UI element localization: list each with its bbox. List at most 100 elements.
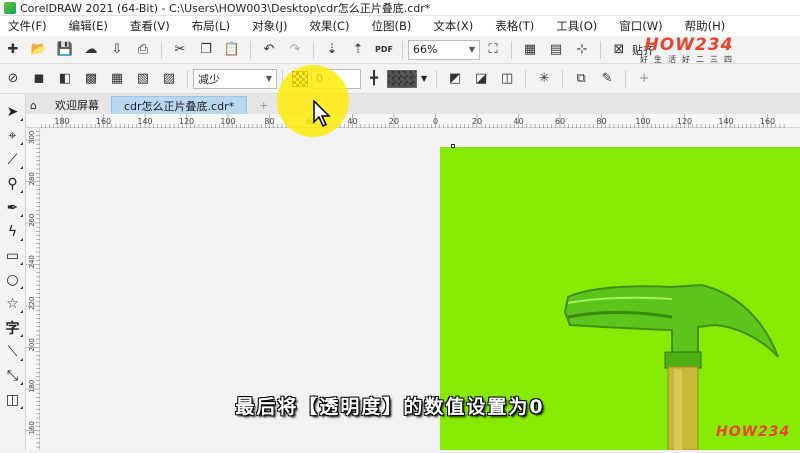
brand-watermark-bottom: HOW234 [716, 424, 791, 440]
ruler-tick-label: 260 [28, 214, 36, 227]
ruler-tick-label: 160 [28, 421, 36, 434]
separator [511, 40, 512, 59]
separator [402, 40, 403, 59]
edit-transparency-icon[interactable]: ✎ [596, 68, 618, 90]
undo-icon[interactable]: ↶ [258, 39, 280, 61]
text-tool-icon[interactable]: 字 [3, 317, 23, 339]
new-tab-plus-icon[interactable]: + [247, 96, 280, 114]
menu-object[interactable]: 对象(J) [244, 18, 297, 34]
menu-view[interactable]: 查看(V) [122, 18, 180, 34]
selection-handle[interactable] [451, 144, 455, 148]
title-bar: CorelDRAW 2021 (64-Bit) - C:\Users\HOW00… [0, 0, 800, 16]
rectangle-tool-icon[interactable]: ▭ [3, 245, 23, 267]
tab-document[interactable]: cdr怎么正片叠底.cdr* [110, 96, 248, 114]
menu-tools[interactable]: 工具(O) [548, 18, 607, 34]
new-document-icon[interactable]: ✚ [2, 39, 24, 61]
show-rulers-icon[interactable]: ▦ [519, 39, 541, 61]
ruler-tick-label: 180 [28, 380, 36, 393]
menu-window[interactable]: 窗口(W) [611, 18, 672, 34]
menu-help[interactable]: 帮助(H) [677, 18, 736, 34]
zoom-level-select[interactable]: 66% ▼ [408, 39, 480, 60]
paste-icon[interactable]: 📋 [221, 39, 243, 61]
copy-transparency-icon[interactable]: ⧉ [570, 68, 592, 90]
document-tab-bar: ⌂ 欢迎屏幕 cdr怎么正片叠底.cdr* + [0, 94, 800, 114]
fill-transparency-icon[interactable]: ◩ [444, 68, 466, 90]
separator [187, 69, 188, 88]
vector-pattern-transparency-icon[interactable]: ▩ [80, 68, 102, 90]
cloud-upload-icon[interactable]: ☁ [80, 39, 102, 61]
menu-bitmaps[interactable]: 位图(B) [363, 18, 421, 34]
brand-logo-text: HOW234 [644, 35, 734, 55]
ruler-tick-label: 300 [28, 131, 36, 144]
property-bar: ⊘ ◼ ◧ ▩ ▦ ▧ ▨ 减少 ▼ 0 ╋ ▼ ◩ ◪ ◫ ✳ ⧉ ✎ + [0, 64, 800, 94]
import-icon[interactable]: ⇣ [321, 39, 343, 61]
ruler-tick-label: 220 [28, 297, 36, 310]
show-grid-icon[interactable]: ▤ [545, 39, 567, 61]
save-icon[interactable]: 💾 [54, 39, 76, 61]
horizontal-ruler[interactable]: 1801601401201008060402002040608010012014… [26, 114, 800, 128]
artistic-media-tool-icon[interactable]: ϟ [3, 221, 23, 243]
cut-icon[interactable]: ✂ [169, 39, 191, 61]
menu-bar: 文件(F) 编辑(E) 查看(V) 布局(L) 对象(J) 效果(C) 位图(B… [0, 16, 800, 36]
brand-slogan: 好生活好二三四 [640, 55, 738, 64]
bitmap-pattern-transparency-icon[interactable]: ▦ [106, 68, 128, 90]
print-icon[interactable]: ⎙ [132, 39, 154, 61]
pick-tool-icon[interactable]: ➤ [3, 101, 23, 123]
snap-options-icon[interactable]: ⊠ [608, 39, 630, 61]
merge-mode-value: 减少 [198, 72, 220, 86]
menu-effects[interactable]: 效果(C) [301, 18, 359, 34]
export-pdf-button[interactable]: PDF [373, 39, 395, 61]
video-subtitle: 最后将【透明度】的数值设置为0 [235, 396, 545, 418]
transparency-color-swatch[interactable] [387, 69, 417, 88]
ruler-tick-label: 200 [28, 338, 36, 351]
cloud-download-icon[interactable]: ⇩ [106, 39, 128, 61]
outline-transparency-icon[interactable]: ◪ [470, 68, 492, 90]
add-icon[interactable]: + [633, 68, 655, 90]
menu-text[interactable]: 文本(X) [425, 18, 483, 34]
chevron-down-icon: ▼ [468, 45, 475, 54]
chevron-down-icon[interactable]: ▼ [421, 74, 427, 83]
crop-tool-icon[interactable]: ⟋ [3, 149, 23, 171]
polygon-tool-icon[interactable]: ☆ [3, 293, 23, 315]
full-screen-icon[interactable]: ⛶ [482, 39, 504, 61]
separator [625, 69, 627, 88]
texture-transparency-icon[interactable]: ▨ [158, 68, 180, 90]
ellipse-tool-icon[interactable]: ○ [3, 269, 23, 291]
menu-table[interactable]: 表格(T) [487, 18, 544, 34]
connector-tool-icon[interactable]: ⤡ [3, 365, 23, 387]
separator [250, 40, 251, 59]
transparency-plus-icon[interactable]: ╋ [363, 68, 385, 90]
merge-mode-select[interactable]: 减少 ▼ [193, 68, 277, 89]
freehand-tool-icon[interactable]: ✒ [3, 197, 23, 219]
separator [161, 40, 162, 59]
shape-tool-icon[interactable]: ⌖ [3, 125, 23, 147]
ruler-tick-label: 240 [28, 255, 36, 268]
brand-watermark-top: HOW234 好生活好二三四 [640, 35, 738, 65]
ruler-tick-label: 280 [28, 172, 36, 185]
separator [525, 69, 527, 88]
menu-edit[interactable]: 编辑(E) [61, 18, 118, 34]
menu-file[interactable]: 文件(F) [0, 18, 57, 34]
freeze-transparency-icon[interactable]: ✳ [533, 68, 555, 90]
no-transparency-icon[interactable]: ⊘ [2, 68, 24, 90]
mouse-pointer-icon [313, 100, 331, 128]
coreldraw-logo-icon [4, 1, 16, 14]
zoom-tool-icon[interactable]: ⚲ [3, 173, 23, 195]
separator [313, 40, 314, 59]
tab-welcome-screen[interactable]: 欢迎屏幕 [43, 96, 111, 114]
show-guidelines-icon[interactable]: ⊹ [571, 39, 593, 61]
export-icon[interactable]: ⇡ [347, 39, 369, 61]
all-transparency-icon[interactable]: ◫ [496, 68, 518, 90]
separator [600, 40, 601, 59]
parallel-dimension-tool-icon[interactable]: ⟍ [3, 341, 23, 363]
tab-label: cdr怎么正片叠底.cdr* [123, 99, 235, 113]
uniform-transparency-icon[interactable]: ◼ [28, 68, 50, 90]
redo-icon[interactable]: ↷ [284, 39, 306, 61]
two-color-pattern-transparency-icon[interactable]: ▧ [132, 68, 154, 90]
separator [436, 69, 438, 88]
open-folder-icon[interactable]: 📂 [28, 39, 50, 61]
copy-icon[interactable]: ❐ [195, 39, 217, 61]
menu-layout[interactable]: 布局(L) [184, 18, 240, 34]
fountain-transparency-icon[interactable]: ◧ [54, 68, 76, 90]
separator [562, 69, 564, 88]
